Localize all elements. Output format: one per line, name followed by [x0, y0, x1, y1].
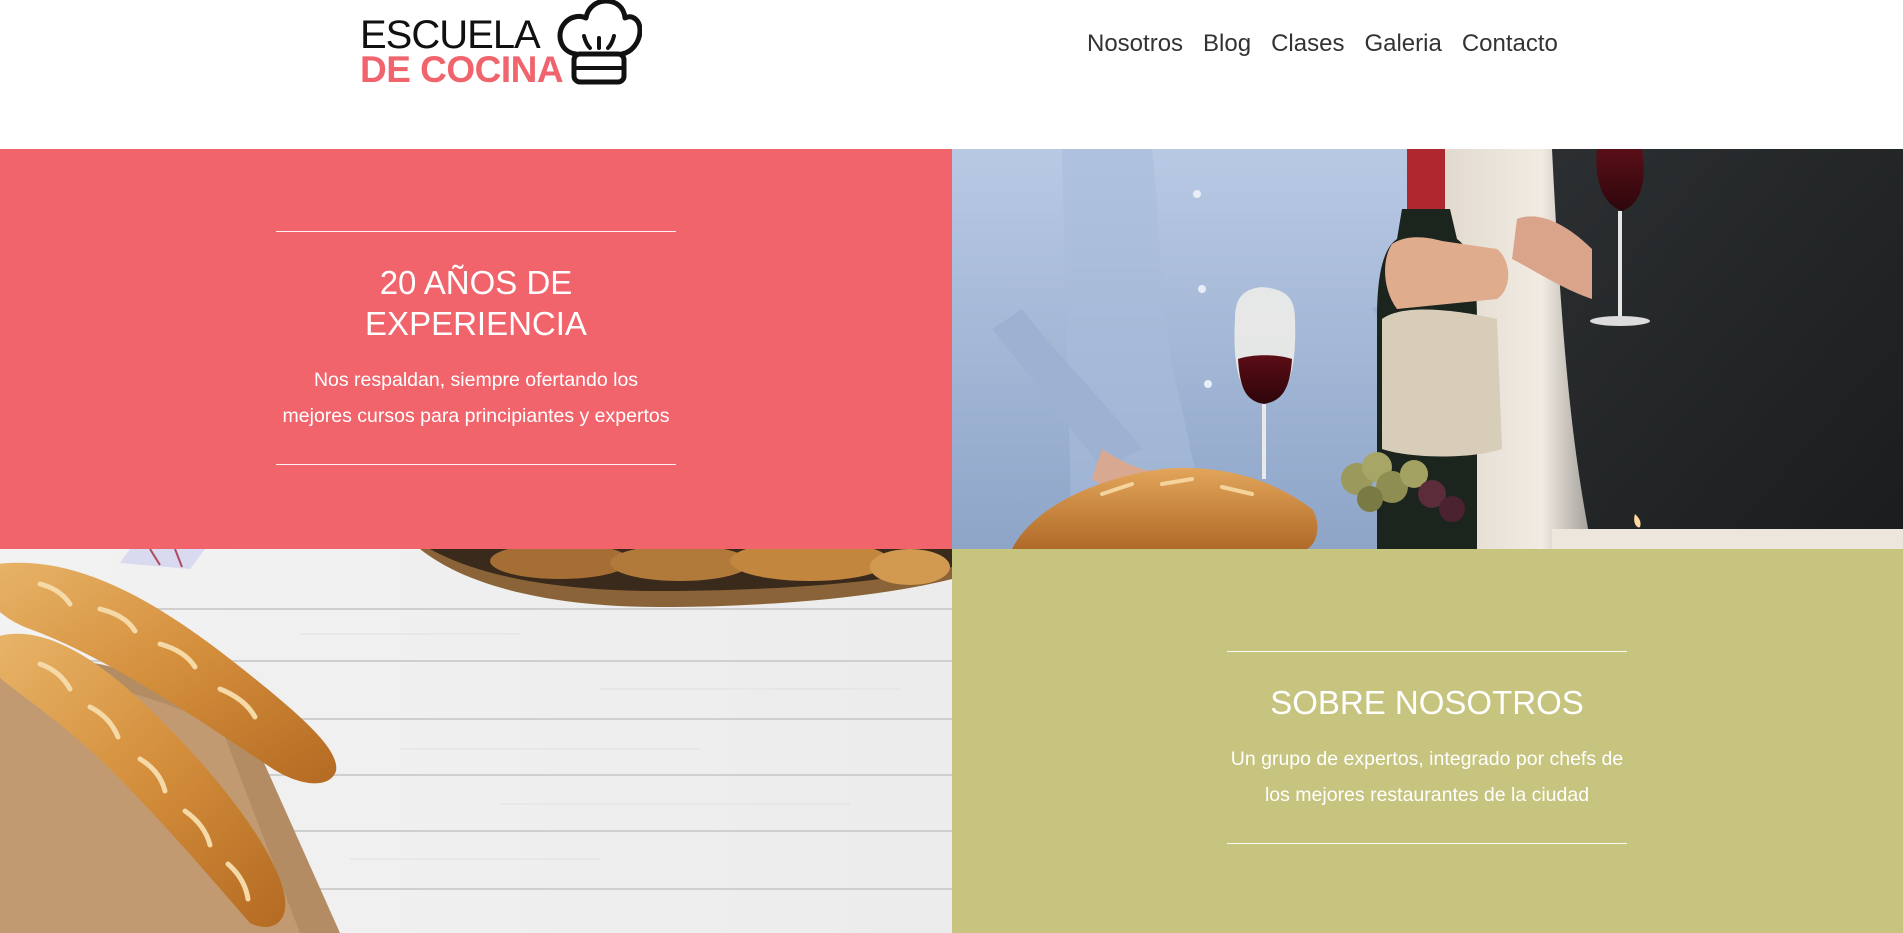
experience-section: 20 AÑOS DE EXPERIENCIA Nos respaldan, si…	[0, 149, 952, 549]
site-header: ESCUELA DE COCINA Nosotros Blog Clases G…	[0, 0, 1903, 149]
wine-dinner-image	[952, 149, 1903, 549]
about-description: Un grupo de expertos, integrado por chef…	[1227, 741, 1627, 813]
nav-item-blog[interactable]: Blog	[1193, 24, 1261, 64]
main-nav: Nosotros Blog Clases Galeria Contacto	[1085, 24, 1568, 64]
experience-text-line1: Nos respaldan, siempre ofertando los	[313, 369, 639, 391]
divider-top	[276, 231, 676, 232]
nav-item-clases[interactable]: Clases	[1261, 24, 1354, 64]
about-text-line1: Un grupo de expertos, integrado por chef…	[1230, 748, 1624, 770]
about-text-line2: los mejores restaurantes de la ciudad	[1264, 784, 1590, 806]
experience-description: Nos respaldan, siempre ofertando los mej…	[276, 362, 676, 434]
nav-item-contacto[interactable]: Contacto	[1452, 24, 1568, 64]
divider-top	[1227, 651, 1627, 652]
nav-item-galeria[interactable]: Galeria	[1354, 24, 1451, 64]
divider-bottom	[1227, 843, 1627, 844]
about-section: SOBRE NOSOTROS Un grupo de expertos, int…	[952, 549, 1903, 933]
chef-hat-icon	[557, 0, 642, 85]
baguettes-on-wood-photo	[0, 549, 952, 933]
experience-title-line2: EXPERIENCIA	[365, 305, 587, 342]
logo-text-line2: DE COCINA	[360, 49, 564, 90]
about-title: SOBRE NOSOTROS	[1270, 684, 1584, 721]
wine-dinner-photo	[952, 149, 1903, 549]
experience-content: 20 AÑOS DE EXPERIENCIA Nos respaldan, si…	[276, 231, 676, 465]
divider-bottom	[276, 464, 676, 465]
experience-title: 20 AÑOS DE EXPERIENCIA	[276, 262, 676, 344]
experience-title-line1: 20 AÑOS DE	[379, 264, 573, 301]
site-logo[interactable]: ESCUELA DE COCINA	[358, 0, 642, 90]
experience-text-line2: mejores cursos para principiantes y expe…	[282, 405, 670, 427]
about-content: SOBRE NOSOTROS Un grupo de expertos, int…	[1227, 651, 1627, 844]
nav-item-nosotros[interactable]: Nosotros	[1085, 24, 1193, 64]
baguettes-image	[0, 549, 952, 933]
